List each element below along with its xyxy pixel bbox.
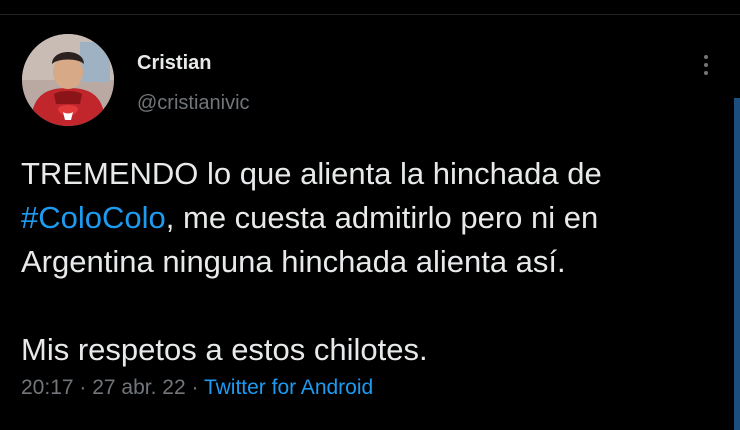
tweet-meta: 20:17 · 27 abr. 22 · Twitter for Android <box>21 376 373 400</box>
more-dot <box>704 71 708 75</box>
tweet-source-link[interactable]: Twitter for Android <box>204 376 373 399</box>
more-vertical-icon[interactable] <box>694 50 718 80</box>
tweet-time[interactable]: 20:17 <box>21 376 74 399</box>
tweet-line: Argentina ninguna hinchada alienta así. <box>21 244 566 279</box>
meta-separator: · <box>73 376 93 399</box>
author-handle[interactable]: @cristianivic <box>137 92 250 115</box>
more-dot <box>704 55 708 59</box>
more-dot <box>704 63 708 67</box>
tweet-line: #ColoColo, me cuesta admitirlo pero ni e… <box>21 196 711 240</box>
top-divider <box>0 14 740 15</box>
avatar[interactable] <box>22 34 114 126</box>
hashtag-link[interactable]: #ColoColo <box>21 200 166 235</box>
avatar-image <box>22 34 114 126</box>
tweet-date[interactable]: 27 abr. 22 <box>92 376 185 399</box>
author-name[interactable]: Cristian <box>137 52 211 75</box>
tweet-line: Mis respetos a estos chilotes. <box>21 332 428 367</box>
tweet-text: TREMENDO lo que alienta la hinchada de #… <box>21 152 711 372</box>
tweet-line: TREMENDO lo que alienta la hinchada de <box>21 156 602 191</box>
tweet-line-rest: , me cuesta admitirlo pero ni en <box>165 200 599 235</box>
scroll-edge <box>734 98 740 430</box>
meta-separator: · <box>185 376 204 399</box>
